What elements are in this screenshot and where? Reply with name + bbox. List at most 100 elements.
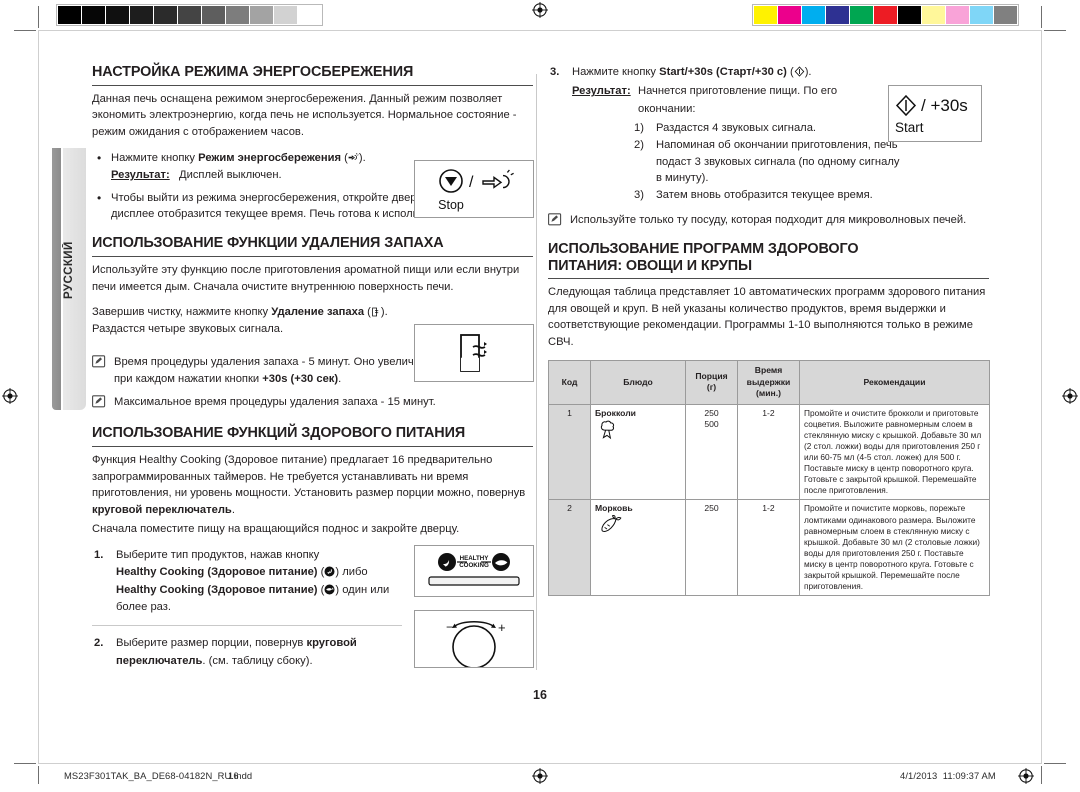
energy-saving-result-label: Результат: bbox=[111, 168, 170, 181]
step-divider bbox=[92, 625, 402, 627]
table-row: 2 Морковь 250 1-2 Промойте и почистите м… bbox=[548, 499, 990, 597]
healthy-cooking-fish-icon bbox=[324, 584, 335, 595]
section-title-deodorization: ИСПОЛЬЗОВАНИЕ ФУНКЦИИ УДАЛЕНИЯ ЗАПАХА bbox=[92, 235, 533, 257]
cell-portion: 250 bbox=[685, 499, 738, 597]
step1-line1: Выберите тип продуктов, нажав кнопку bbox=[116, 548, 320, 561]
energy-saving-intro: Данная печь оснащена режимом энергосбере… bbox=[92, 92, 517, 139]
crop-mark-tl-v bbox=[38, 6, 39, 28]
grayscale-swatch bbox=[58, 6, 81, 24]
crop-mark-bl-h bbox=[14, 763, 36, 764]
color-swatch bbox=[970, 6, 993, 24]
start-diamond-icon bbox=[794, 66, 805, 77]
svg-text:COOKING: COOKING bbox=[459, 562, 489, 569]
step2-pre: Выберите размер порции, повернув bbox=[116, 637, 307, 650]
start-step-3: 3. Нажмите кнопку Start/+30s (Старт/+30 … bbox=[548, 64, 908, 204]
step3-sub-list: 1) Раздастся 4 звуковых сигнала. 2) Напо… bbox=[634, 120, 908, 204]
color-swatch bbox=[850, 6, 873, 24]
step2-number: 2. bbox=[94, 637, 104, 650]
illustration-healthy-cooking-panel: HEALTHY COOKING bbox=[414, 545, 534, 597]
crop-mark-tr-v bbox=[1041, 6, 1042, 28]
cell-time: 1-2 bbox=[737, 499, 800, 597]
sub-item-text: Затем вновь отобразится текущее время. bbox=[656, 189, 873, 202]
step3-result-text: Начнется приготовление пищи. По его окон… bbox=[638, 85, 838, 115]
th-portion-line2: (г) bbox=[706, 382, 717, 393]
step2-post: . (см. таблицу сбоку). bbox=[202, 654, 313, 667]
cell-recommendation: Промойте и почистите морковь, порежьте л… bbox=[799, 499, 990, 597]
color-swatch bbox=[946, 6, 969, 24]
column-separator bbox=[536, 74, 537, 670]
healthy-cooking-intro: Функция Healthy Cooking (Здоровое питани… bbox=[92, 452, 533, 519]
table-header-row: Код Блюдо Порция (г) Время выдержки (мин… bbox=[548, 360, 990, 405]
th-code: Код bbox=[548, 360, 591, 405]
th-time-line1: Время bbox=[754, 365, 783, 376]
grayscale-swatch bbox=[106, 6, 129, 24]
grayscale-swatch bbox=[226, 6, 249, 24]
step3-sub-item: 3) Затем вновь отобразится текущее время… bbox=[634, 187, 908, 204]
color-swatch bbox=[826, 6, 849, 24]
crop-mark-br-h bbox=[1044, 763, 1066, 764]
svg-text:/ +30s: / +30s bbox=[921, 96, 968, 115]
cell-dish: Морковь bbox=[590, 499, 686, 597]
note-pencil-icon bbox=[548, 213, 562, 226]
color-swatch bbox=[754, 6, 777, 24]
step2-bold: круговой bbox=[306, 637, 357, 650]
hc-intro-bold: круговой переключатель bbox=[92, 504, 232, 517]
svg-text:Start: Start bbox=[895, 120, 924, 135]
portion-value: 250 bbox=[704, 407, 719, 418]
healthy-cooking-veg-icon bbox=[324, 566, 335, 577]
section-title-energy-saving: НАСТРОЙКА РЕЖИМА ЭНЕРГОСБЕРЕЖЕНИЯ bbox=[92, 64, 533, 86]
registration-target-footer bbox=[530, 766, 546, 782]
illustration-deodorization-button bbox=[414, 324, 534, 382]
note-pencil-icon bbox=[92, 355, 106, 368]
svg-text:−: − bbox=[446, 620, 453, 634]
note1-bold: +30s (+30 сек) bbox=[262, 372, 339, 385]
deodor-bold: Удаление запаха bbox=[271, 306, 365, 319]
sub-item-text: Раздастся 4 звуковых сигнала. bbox=[656, 122, 817, 135]
step1-mid1: ) либо bbox=[335, 566, 368, 579]
footer-file-name: MS23F301TAK_BA_DE68-04182N_RU.indd bbox=[64, 770, 253, 781]
registration-target-right bbox=[1062, 388, 1078, 404]
color-calibration-bar bbox=[752, 4, 1019, 26]
step3-sub-item: 2) Напоминая об окончании приготовления,… bbox=[634, 137, 908, 187]
grayscale-swatch bbox=[82, 6, 105, 24]
footer-date-value: 4/1/2013 bbox=[900, 770, 938, 781]
health-programs-title-line2: ПИТАНИЯ: ОВОЩИ И КРУПЫ bbox=[548, 257, 752, 274]
sub-item-number: 1) bbox=[634, 122, 644, 135]
step3-result: Результат: Начнется приготовление пищи. … bbox=[572, 83, 908, 118]
th-time: Время выдержки (мин.) bbox=[737, 360, 800, 405]
grayscale-swatch bbox=[250, 6, 273, 24]
th-time-line3: (мин.) bbox=[756, 388, 781, 399]
cell-dish-label: Морковь bbox=[595, 503, 633, 514]
crop-mark-tr-h bbox=[1044, 30, 1066, 31]
th-portion: Порция (г) bbox=[685, 360, 738, 405]
step1-last: более раз. bbox=[116, 600, 172, 613]
color-swatch bbox=[802, 6, 825, 24]
th-time-line2: выдержки bbox=[746, 376, 791, 387]
eco-plug-icon bbox=[348, 153, 359, 163]
deodorization-instruction: Завершив чистку, нажмите кнопку Удаление… bbox=[92, 306, 388, 336]
step3-result-label: Результат: bbox=[572, 85, 631, 98]
note-pencil-icon bbox=[92, 395, 106, 408]
bullet1-pre: Нажмите кнопку bbox=[111, 151, 199, 164]
cell-recommendation: Промойте и очистите брокколи и приготовь… bbox=[799, 403, 990, 501]
grayscale-swatch bbox=[178, 6, 201, 24]
color-swatch bbox=[778, 6, 801, 24]
step1-bold1: Healthy Cooking (Здоровое питание) bbox=[116, 566, 318, 579]
note2-text: Максимальное время процедуры удаления за… bbox=[114, 396, 436, 409]
grayscale-swatch bbox=[274, 6, 297, 24]
right-column: 3. Нажмите кнопку Start/+30s (Старт/+30 … bbox=[548, 64, 990, 597]
health-programs-table: Код Блюдо Порция (г) Время выдержки (мин… bbox=[548, 360, 990, 597]
th-recommendations: Рекомендации bbox=[799, 360, 990, 405]
svg-text:+: + bbox=[498, 620, 506, 635]
step2-bold2: переключатель bbox=[116, 654, 203, 667]
grayscale-swatch bbox=[298, 6, 321, 24]
th-dish: Блюдо bbox=[590, 360, 686, 405]
footer-timestamp: 4/1/2013 11:09:37 AM bbox=[900, 770, 996, 781]
deodorization-icon bbox=[371, 307, 381, 317]
cell-dish-label: Брокколи bbox=[595, 407, 636, 418]
cell-dish: Брокколи bbox=[590, 403, 686, 501]
language-tab-label: РУССКИЙ bbox=[63, 241, 75, 299]
crop-mark-br-v bbox=[1041, 766, 1042, 784]
footer-page-number: 16 bbox=[228, 770, 239, 781]
page-number: 16 bbox=[533, 688, 547, 702]
